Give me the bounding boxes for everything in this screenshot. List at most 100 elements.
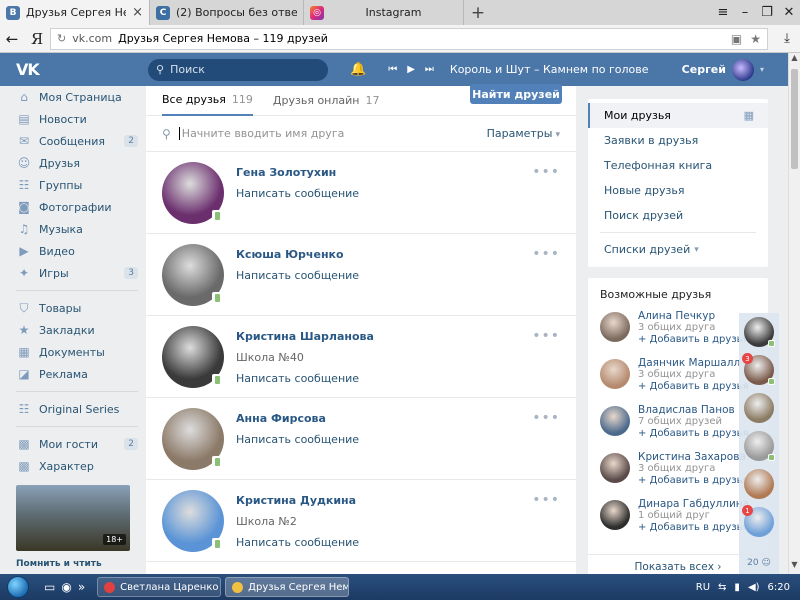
chat-avatar[interactable] bbox=[744, 469, 774, 499]
user-menu[interactable]: Сергей ▾ bbox=[682, 58, 788, 81]
possible-friend-name[interactable]: Динара Габдуллина bbox=[638, 498, 749, 510]
nav-item[interactable]: ▤ Новости bbox=[16, 108, 138, 130]
friend-name[interactable]: Гена Золотухин bbox=[236, 166, 359, 179]
find-friends-button[interactable]: Найти друзей bbox=[470, 84, 562, 104]
avatar[interactable] bbox=[600, 312, 630, 342]
filter-phonebook[interactable]: Телефонная книга bbox=[588, 153, 768, 178]
nav-item[interactable]: ☷ Группы bbox=[16, 174, 138, 196]
avatar[interactable] bbox=[600, 359, 630, 389]
common-friends[interactable]: 7 общих друзей bbox=[638, 416, 749, 428]
chat-avatar[interactable] bbox=[744, 393, 774, 423]
nav-item[interactable]: ▩ Характер bbox=[16, 455, 138, 477]
possible-friend-name[interactable]: Владислав Панов bbox=[638, 404, 749, 416]
minimize-icon[interactable]: – bbox=[734, 5, 756, 20]
add-friend-link[interactable]: + Добавить в друзья bbox=[638, 522, 749, 534]
bookmark-star-icon[interactable]: ★ bbox=[750, 32, 761, 46]
nav-item[interactable]: ♫ Музыка bbox=[16, 218, 138, 240]
tab-instagram[interactable]: ◎ Instagram bbox=[304, 0, 464, 25]
write-message-link[interactable]: Написать сообщение bbox=[236, 372, 374, 385]
avatar[interactable] bbox=[162, 162, 224, 224]
back-button[interactable]: ← bbox=[0, 30, 24, 48]
more-icon[interactable]: ••• bbox=[532, 328, 560, 344]
common-friends[interactable]: 3 общих друга bbox=[638, 322, 749, 334]
download-icon[interactable]: ⤓ bbox=[774, 31, 800, 46]
close-icon[interactable]: × bbox=[132, 5, 143, 20]
avatar[interactable] bbox=[600, 453, 630, 483]
tab-all-friends[interactable]: Все друзья 119 bbox=[162, 86, 253, 116]
filter-requests[interactable]: Заявки в друзья bbox=[588, 128, 768, 153]
nav-item[interactable]: ☷ Original Series bbox=[16, 398, 138, 420]
more-icon[interactable]: ••• bbox=[532, 246, 560, 262]
avatar[interactable] bbox=[162, 490, 224, 552]
filter-friend-lists[interactable]: Списки друзей ▾ bbox=[588, 237, 768, 262]
language-indicator[interactable]: RU bbox=[696, 582, 710, 593]
friend-name[interactable]: Ксюша Юрченко bbox=[236, 248, 359, 261]
chat-count[interactable]: 20 ☺ bbox=[739, 558, 779, 568]
add-friend-link[interactable]: + Добавить в друзья bbox=[638, 334, 749, 346]
nav-item[interactable]: ⌂ Моя Страница bbox=[16, 86, 138, 108]
common-friends[interactable]: 1 общий друг bbox=[638, 510, 749, 522]
filter-search-friends[interactable]: Поиск друзей bbox=[588, 203, 768, 228]
friend-search-input[interactable] bbox=[178, 127, 487, 140]
nav-item[interactable]: ✦ Игры 3 bbox=[16, 262, 138, 284]
page-scrollbar[interactable]: ▲ ▼ bbox=[788, 53, 800, 574]
calendar-icon[interactable]: ▦ bbox=[744, 109, 754, 122]
prev-icon[interactable]: ⏮ bbox=[388, 64, 397, 75]
play-icon[interactable]: ▶ bbox=[407, 64, 415, 75]
nav-item[interactable]: ★ Закладки bbox=[16, 319, 138, 341]
tab-questions[interactable]: C (2) Вопросы без ответа | Сп bbox=[150, 0, 304, 25]
add-friend-link[interactable]: + Добавить в друзья bbox=[638, 475, 749, 487]
chat-avatar[interactable]: 1 bbox=[742, 505, 774, 537]
avatar[interactable] bbox=[162, 408, 224, 470]
chat-avatar[interactable]: 3 bbox=[742, 353, 775, 385]
write-message-link[interactable]: Написать сообщение bbox=[236, 433, 359, 446]
refresh-icon[interactable]: ↻ bbox=[57, 32, 66, 45]
new-tab-button[interactable]: + bbox=[464, 0, 492, 25]
scroll-thumb[interactable] bbox=[791, 69, 798, 169]
avatar[interactable] bbox=[162, 326, 224, 388]
friend-name[interactable]: Кристина Шарланова bbox=[236, 330, 374, 343]
bell-icon[interactable]: 🔔 bbox=[350, 62, 366, 77]
explorer-icon[interactable]: ▭ bbox=[44, 580, 55, 594]
restore-icon[interactable]: ❐ bbox=[756, 5, 778, 20]
nav-item[interactable]: ▦ Документы bbox=[16, 341, 138, 363]
params-dropdown[interactable]: Параметры ▾ bbox=[487, 127, 560, 140]
add-friend-link[interactable]: + Добавить в друзья bbox=[638, 428, 749, 440]
yandex-button[interactable]: Я bbox=[24, 30, 50, 48]
scroll-up-icon[interactable]: ▲ bbox=[789, 53, 800, 67]
more-icon[interactable]: ••• bbox=[532, 410, 560, 426]
write-message-link[interactable]: Написать сообщение bbox=[236, 187, 359, 200]
more-icon[interactable]: ••• bbox=[532, 492, 560, 508]
url-field[interactable]: ↻ vk.com Друзья Сергея Немова – 119 друз… bbox=[50, 27, 768, 50]
avatar[interactable] bbox=[600, 406, 630, 436]
yandex-browser-icon[interactable]: ◉ bbox=[61, 580, 71, 594]
scroll-down-icon[interactable]: ▼ bbox=[789, 560, 800, 574]
nav-item[interactable]: ◪ Реклама bbox=[16, 363, 138, 385]
vk-search[interactable]: ⚲ Поиск bbox=[148, 58, 328, 81]
avatar[interactable] bbox=[162, 244, 224, 306]
common-friends[interactable]: 3 общих друга bbox=[638, 369, 749, 381]
close-window-icon[interactable]: ✕ bbox=[778, 5, 800, 20]
more-icon[interactable]: ••• bbox=[532, 164, 560, 180]
network-icon[interactable]: ▮ bbox=[734, 582, 740, 593]
nav-item[interactable]: ▩ Мои гости 2 bbox=[16, 433, 138, 455]
friend-name[interactable]: Анна Фирсова bbox=[236, 412, 359, 425]
filter-new-friends[interactable]: Новые друзья bbox=[588, 178, 768, 203]
write-message-link[interactable]: Написать сообщение bbox=[236, 269, 359, 282]
write-message-link[interactable]: Написать сообщение bbox=[236, 536, 359, 549]
chevron-right-icon[interactable]: » bbox=[78, 580, 85, 594]
possible-friend-name[interactable]: Алина Печкур bbox=[638, 310, 749, 322]
menu-icon[interactable]: ≡ bbox=[712, 5, 734, 20]
nav-item[interactable]: ☺ Друзья bbox=[16, 152, 138, 174]
track-title[interactable]: Король и Шут – Камнем по голове bbox=[450, 63, 649, 76]
task-button[interactable]: Друзья Сергея Нем... bbox=[225, 577, 350, 597]
lock-icon[interactable]: ▣ bbox=[731, 32, 742, 46]
vk-logo[interactable]: VK bbox=[0, 60, 42, 79]
start-button[interactable] bbox=[0, 574, 36, 600]
common-friends[interactable]: 3 общих друга bbox=[638, 463, 749, 475]
volume-icon[interactable]: ◀) bbox=[748, 582, 760, 593]
clock[interactable]: 6:20 bbox=[768, 582, 790, 593]
chat-avatar[interactable] bbox=[744, 317, 775, 347]
avatar[interactable] bbox=[600, 500, 630, 530]
nav-item[interactable]: ◙ Фотографии bbox=[16, 196, 138, 218]
